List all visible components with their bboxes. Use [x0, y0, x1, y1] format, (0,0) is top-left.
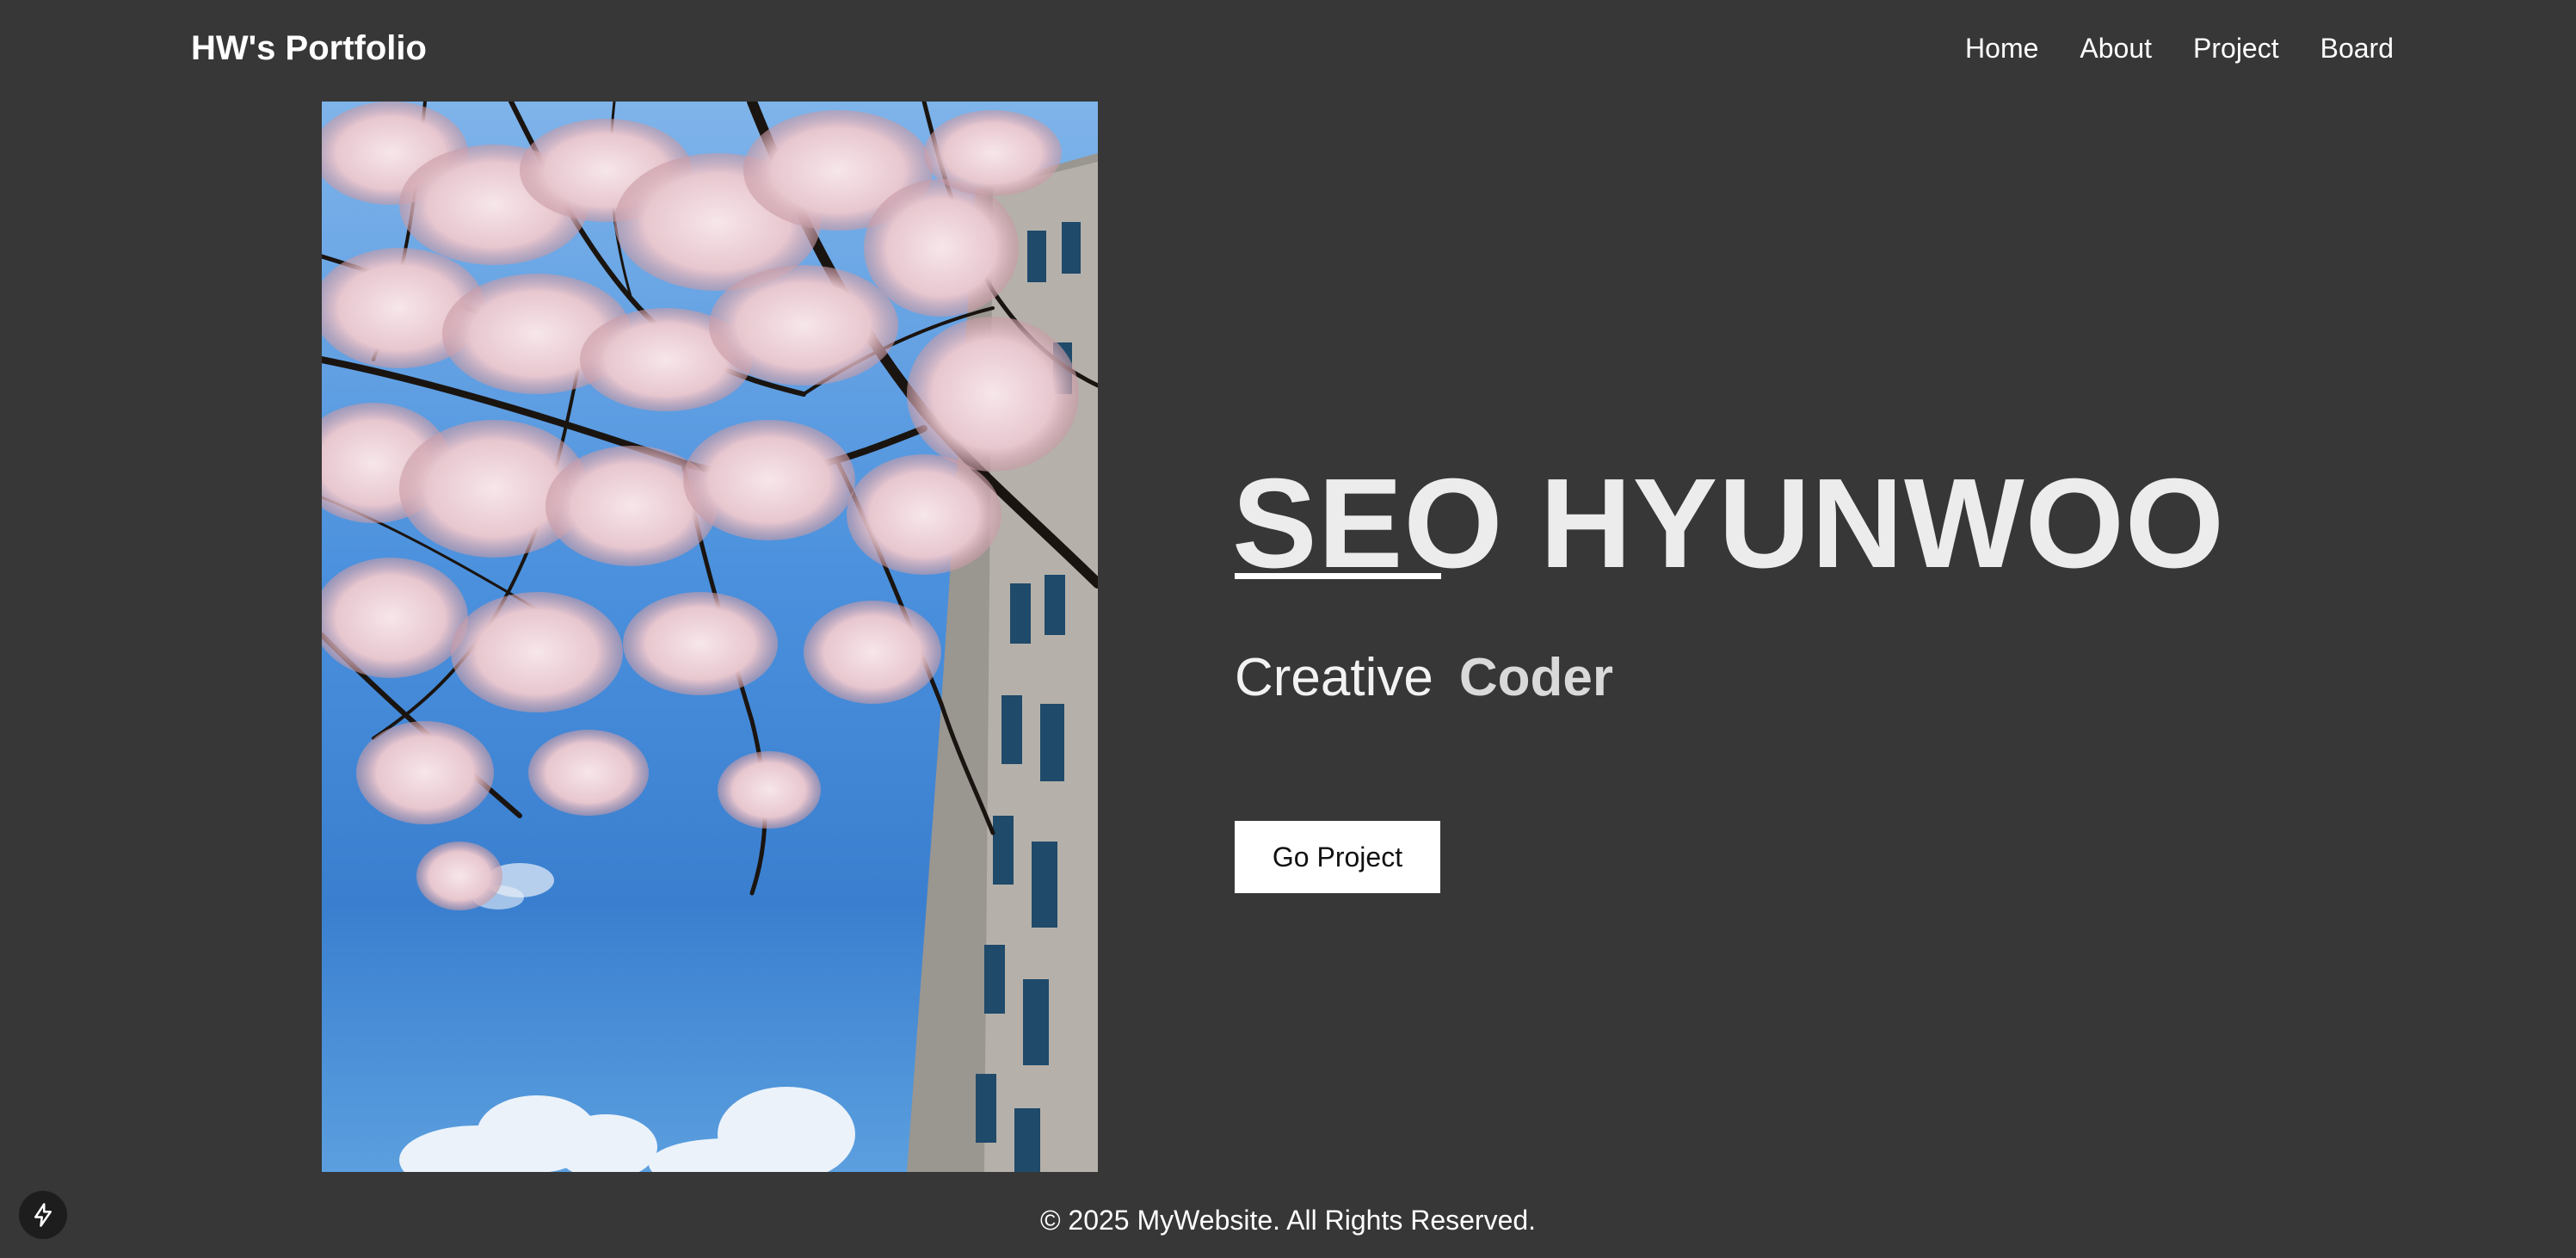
- nav-project[interactable]: Project: [2193, 31, 2279, 65]
- nav-board[interactable]: Board: [2320, 31, 2394, 65]
- lightning-icon: [34, 1203, 52, 1227]
- page: HW's Portfolio Home About Project Board: [0, 0, 2576, 1258]
- dev-tools-button[interactable]: [19, 1191, 67, 1239]
- hero-role-word-1: Creative: [1235, 648, 1433, 707]
- nav-home[interactable]: Home: [1965, 31, 2038, 65]
- brand-logo[interactable]: HW's Portfolio: [191, 28, 427, 69]
- nav-about[interactable]: About: [2080, 31, 2152, 65]
- hero-role: Creative Coder: [1235, 647, 1613, 709]
- copyright-text: © 2025 MyWebsite. All Rights Reserved.: [1039, 1205, 1537, 1236]
- go-project-button[interactable]: Go Project: [1235, 821, 1440, 893]
- hero-divider: [1235, 573, 1441, 579]
- hero-role-word-2: Coder: [1458, 648, 1614, 707]
- site-footer: © 2025 MyWebsite. All Rights Reserved.: [0, 1203, 2576, 1237]
- hero-photo: [322, 102, 1098, 1172]
- main-nav: Home About Project Board: [1965, 31, 2394, 65]
- site-header: HW's Portfolio Home About Project Board: [0, 0, 2576, 100]
